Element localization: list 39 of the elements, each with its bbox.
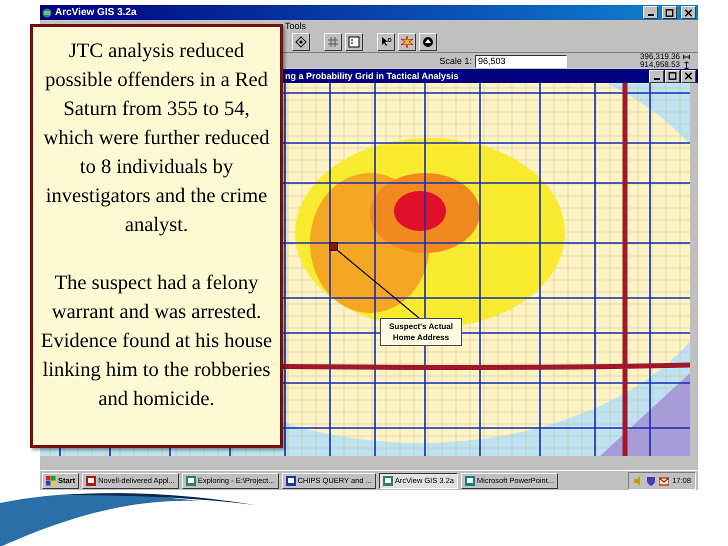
app-icon — [286, 476, 296, 486]
app-icon — [464, 476, 475, 486]
close-button[interactable] — [681, 70, 696, 82]
window-title: ArcView GIS 3.2a — [55, 7, 138, 18]
upload-tool-icon[interactable] — [419, 33, 437, 51]
coordinate-readout: 914,958.53 — [640, 61, 680, 69]
starburst-tool-icon[interactable] — [398, 33, 416, 51]
callout-paragraph: JTC analysis reduced possible offenders in a Red Saturn from 355 to 54, which were further reduced to 8 individuals by investigators and the crime analyst. — [42, 39, 270, 238]
scale-label: Scale 1: — [439, 56, 472, 66]
grid-tool-icon[interactable] — [324, 33, 342, 51]
shield-icon[interactable] — [646, 476, 656, 486]
flag-icon — [46, 476, 56, 486]
help-pointer-icon[interactable] — [377, 33, 395, 51]
coordinate-readout: 396,319.36 — [640, 53, 680, 61]
app-icon — [382, 476, 393, 486]
minimize-button[interactable] — [649, 70, 664, 82]
maximize-icon — [667, 71, 678, 81]
app-icon — [86, 476, 96, 486]
view-title: ng a Probability Grid in Tactical Analysis — [285, 71, 460, 81]
coordinate-arrows-icon — [683, 53, 690, 69]
map-callout-label: Suspect's Actual Home Address — [380, 318, 462, 346]
app-icon — [186, 476, 196, 486]
close-icon — [683, 71, 694, 81]
scale-field[interactable]: 96,503 — [474, 54, 567, 68]
menu-item[interactable]: Tools — [285, 21, 306, 31]
diamond-tool-icon[interactable] — [292, 33, 310, 51]
callout-paragraph: The suspect had a felony warrant and was arrested. Evidence found at his house linking him to the robberies and homicide. — [40, 271, 273, 412]
minimize-button[interactable] — [643, 6, 658, 19]
house-marker-icon — [329, 242, 338, 251]
minimize-icon — [648, 14, 654, 16]
minimize-icon — [654, 78, 660, 80]
layout-tool-icon[interactable] — [345, 33, 363, 51]
maximize-button[interactable] — [665, 70, 680, 82]
globe-icon — [42, 8, 52, 18]
close-button[interactable] — [681, 6, 696, 19]
maximize-button[interactable] — [662, 6, 677, 19]
maximize-icon — [664, 8, 675, 18]
close-icon — [683, 8, 694, 18]
mail-icon[interactable] — [659, 476, 670, 486]
